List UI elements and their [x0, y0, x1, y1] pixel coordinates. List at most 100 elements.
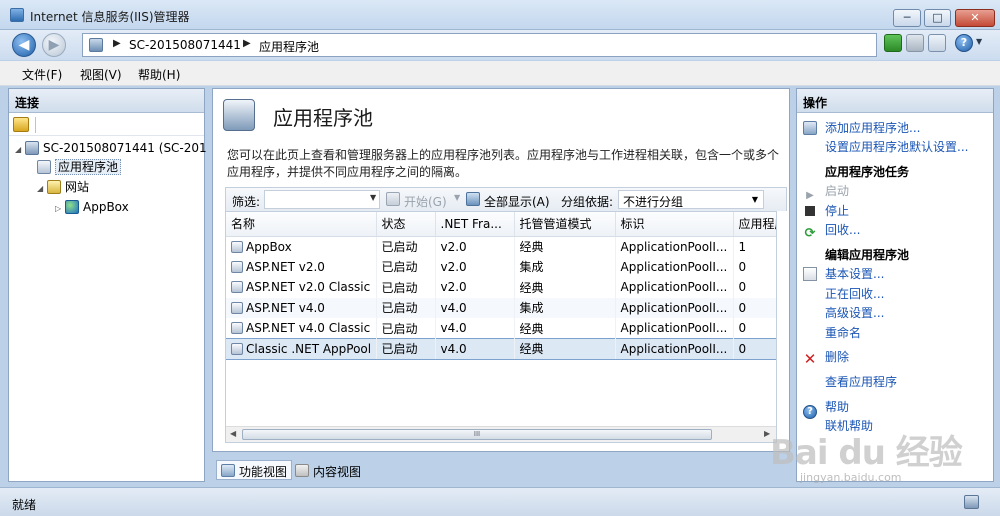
- connections-panel: 连接 ◢ SC-201508071441 (SC-201 应用程序池 ◢ 网站 ▷ A…: [8, 88, 207, 482]
- connect-icon[interactable]: [13, 117, 29, 132]
- breadcrumb-arrow-icon[interactable]: ▶: [243, 38, 251, 49]
- table-row[interactable]: ASP.NET v2.0 Classic 已启动 v2.0 经典 Applica…: [226, 277, 776, 298]
- column-header-net-framework[interactable]: .NET Fra...: [435, 212, 515, 237]
- minimize-button[interactable]: ─: [893, 9, 921, 27]
- show-all-icon: [466, 192, 480, 206]
- cell-apps: 0: [733, 277, 776, 298]
- refresh-icon[interactable]: [884, 34, 902, 52]
- filter-dropdown-icon[interactable]: ▼: [370, 193, 376, 202]
- group-by-select[interactable]: 不进行分组 ▼: [618, 190, 764, 209]
- page-description: 您可以在此页上查看和管理服务器上的应用程序池列表。应用程序池与工作进程相关联，包…: [227, 148, 780, 179]
- navigation-bar: ◀ ▶ ▶ SC-201508071441 ▶ 应用程序池: [0, 30, 1000, 60]
- cell-name: AppBox: [226, 236, 377, 257]
- tree-item-sites[interactable]: ◢ 网站: [37, 178, 89, 196]
- action-add-pool[interactable]: 添加应用程序池...: [803, 119, 920, 137]
- table-row[interactable]: ASP.NET v4.0 Classic 已启动 v4.0 经典 Applica…: [226, 318, 776, 339]
- action-recycling[interactable]: 正在回收...: [825, 285, 884, 303]
- cell-net-version: v2.0: [435, 256, 515, 277]
- breadcrumb-server[interactable]: SC-201508071441: [129, 38, 241, 52]
- action-label: 高级设置...: [825, 306, 885, 320]
- cell-apps: 0: [733, 256, 776, 277]
- show-all-button[interactable]: 全部显示(A): [484, 193, 550, 210]
- view-tabs: 功能视图 内容视图: [212, 458, 790, 482]
- menu-view[interactable]: 视图(V): [80, 66, 122, 83]
- column-header-status[interactable]: 状态: [376, 212, 436, 237]
- help-icon: ?: [803, 405, 817, 419]
- cell-pipeline: 经典: [514, 236, 616, 257]
- action-start: ▶ 启动: [803, 182, 850, 201]
- breadcrumb-app-pools[interactable]: 应用程序池: [259, 38, 319, 55]
- tree-item-server[interactable]: ◢ SC-201508071441 (SC-201: [15, 139, 207, 157]
- help-dropdown-icon[interactable]: ▼: [976, 37, 982, 46]
- action-label: 联机帮助: [825, 419, 874, 433]
- action-advanced-settings[interactable]: 高级设置...: [825, 304, 884, 322]
- column-header-applications[interactable]: 应用程序: [733, 212, 776, 237]
- action-rename[interactable]: 重命名: [825, 324, 861, 342]
- start-icon: ▶: [806, 190, 814, 201]
- close-button[interactable]: ✕: [955, 9, 995, 27]
- table-row[interactable]: ASP.NET v2.0 已启动 v2.0 集成 ApplicationPool…: [226, 256, 776, 277]
- stop-icon[interactable]: [906, 34, 924, 52]
- scroll-left-icon[interactable]: ◀: [230, 429, 236, 438]
- table-row[interactable]: AppBox 已启动 v2.0 经典 ApplicationPoolI... 1: [226, 236, 776, 257]
- cell-status: 已启动: [376, 277, 436, 298]
- action-help[interactable]: ? 帮助: [803, 398, 849, 419]
- table-row[interactable]: ASP.NET v4.0 已启动 v4.0 集成 ApplicationPool…: [226, 297, 776, 318]
- scrollbar-thumb[interactable]: III: [242, 429, 712, 440]
- tab-features-view[interactable]: 功能视图: [216, 460, 293, 480]
- app-pool-icon: [231, 301, 243, 314]
- cell-name: ASP.NET v2.0: [226, 256, 377, 277]
- cell-identity: ApplicationPoolI...: [615, 338, 734, 360]
- connections-toolbar: [9, 114, 204, 136]
- table-row-selected[interactable]: Classic .NET AppPool 已启动 v4.0 经典 Applica…: [226, 338, 776, 360]
- filter-input[interactable]: [264, 190, 380, 209]
- action-view-apps[interactable]: 查看应用程序: [825, 373, 897, 391]
- status-text: 就绪: [12, 498, 37, 512]
- action-basic-settings[interactable]: 基本设置...: [803, 265, 884, 283]
- forward-button[interactable]: ▶: [42, 33, 66, 57]
- delete-icon: ✕: [803, 350, 817, 368]
- action-label: 停止: [825, 204, 850, 218]
- tab-content-view[interactable]: 内容视图: [290, 460, 366, 480]
- tab-label: 内容视图: [313, 465, 362, 479]
- cell-status: 已启动: [376, 297, 436, 318]
- action-set-defaults[interactable]: 设置应用程序池默认设置...: [825, 138, 968, 156]
- action-label: 启动: [825, 184, 850, 198]
- collapse-icon[interactable]: ◢: [15, 141, 25, 159]
- tree-item-app-pools[interactable]: 应用程序池: [37, 158, 122, 176]
- home-icon[interactable]: [928, 34, 946, 52]
- cell-name: Classic .NET AppPool: [226, 338, 377, 360]
- breadcrumb-arrow-icon[interactable]: ▶: [113, 38, 121, 49]
- help-icon[interactable]: ?: [955, 34, 973, 52]
- collapse-icon[interactable]: ◢: [37, 180, 47, 198]
- cell-identity: ApplicationPoolI...: [615, 318, 734, 339]
- menu-help[interactable]: 帮助(H): [138, 66, 180, 83]
- expand-icon[interactable]: ▷: [55, 200, 65, 218]
- column-header-name[interactable]: 名称: [226, 212, 377, 237]
- menu-file[interactable]: 文件(F): [22, 66, 62, 83]
- start-filter-button[interactable]: 开始(G): [404, 193, 447, 210]
- server-icon: [89, 38, 103, 52]
- cell-identity: ApplicationPoolI...: [615, 277, 734, 298]
- action-stop[interactable]: 停止: [803, 202, 849, 220]
- horizontal-scrollbar[interactable]: ◀ III ▶: [226, 426, 776, 442]
- address-bar[interactable]: ▶ SC-201508071441 ▶ 应用程序池: [82, 33, 877, 57]
- scroll-right-icon[interactable]: ▶: [764, 429, 770, 438]
- column-header-identity[interactable]: 标识: [615, 212, 734, 237]
- maximize-button[interactable]: □: [924, 9, 951, 27]
- start-dropdown-icon[interactable]: ▼: [454, 193, 460, 202]
- action-recycle[interactable]: ⟳ 回收...: [803, 221, 861, 241]
- tree-item-appbox[interactable]: ▷ AppBox: [55, 198, 129, 216]
- content-view-icon: [295, 464, 309, 477]
- pool-name: ASP.NET v2.0 Classic: [246, 280, 371, 295]
- action-online-help[interactable]: 联机帮助: [825, 417, 873, 435]
- toolbar-separator: [35, 117, 36, 133]
- back-button[interactable]: ◀: [12, 33, 36, 57]
- group-by-label: 分组依据:: [561, 195, 614, 209]
- action-label: 删除: [825, 350, 850, 364]
- column-header-pipeline-mode[interactable]: 托管管道模式: [514, 212, 616, 237]
- tree-item-label: SC-201508071441 (SC-201: [43, 141, 207, 155]
- cell-apps: 1: [733, 236, 776, 257]
- action-delete[interactable]: ✕ 删除: [803, 348, 850, 368]
- app-pool-icon: [231, 342, 243, 355]
